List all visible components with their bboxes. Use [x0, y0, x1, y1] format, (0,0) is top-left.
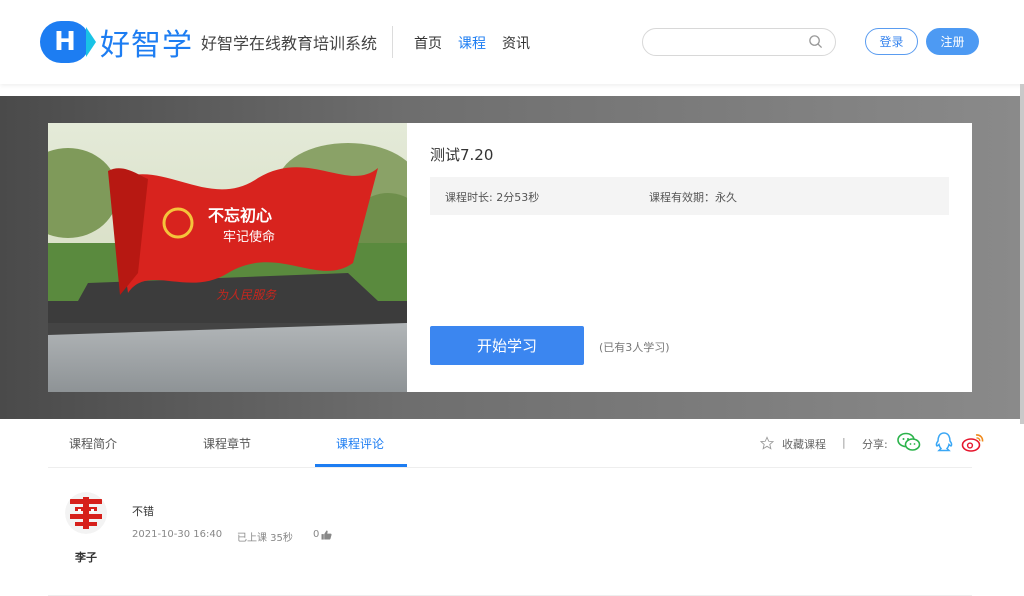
qq-icon[interactable]: [932, 431, 956, 453]
comment-like-button[interactable]: 0: [313, 529, 332, 540]
header-divider: [392, 26, 393, 58]
comment-like-count: 0: [313, 529, 320, 540]
search-box: [642, 28, 836, 56]
comment-text: 不错: [132, 505, 154, 518]
cover-text-main: 不忘初心: [208, 206, 272, 225]
action-separator: |: [842, 436, 846, 449]
course-meta: 课程时长: 2分53秒 课程有效期：永久: [430, 177, 949, 215]
site-header: H 好智学 好智学在线教育培训系统 首页 课程 资讯 登录 注册: [0, 0, 1024, 84]
course-cover-image: 不忘初心 牢记使命 为人民服务: [48, 123, 407, 392]
nav-courses[interactable]: 课程: [458, 33, 486, 53]
favorite-course-link[interactable]: 收藏课程: [782, 436, 826, 452]
register-button[interactable]: 注册: [926, 28, 979, 55]
logo-badge-icon: H: [40, 21, 96, 63]
user-avatar[interactable]: [65, 492, 107, 534]
course-cover-illustration: 不忘初心 牢记使命 为人民服务: [48, 123, 407, 392]
search-icon[interactable]: [808, 34, 823, 49]
nav-news[interactable]: 资讯: [502, 33, 530, 53]
comment-username: 李子: [75, 551, 97, 564]
main-nav: 首页 课程 资讯: [414, 33, 530, 53]
cover-text-base: 为人民服务: [216, 288, 277, 302]
comment-date: 2021-10-30 16:40: [132, 529, 223, 540]
page-scrollbar[interactable]: [1020, 84, 1024, 424]
course-info: 测试7.20 课程时长: 2分53秒 课程有效期：永久 开始学习 (已有3人学习…: [430, 123, 970, 392]
weibo-icon[interactable]: [961, 431, 985, 453]
logo-subtitle: 好智学在线教育培训系统: [201, 34, 378, 53]
course-tabs: 课程简介 课程章节 课程评论: [48, 419, 972, 468]
avatar-pattern-icon: [65, 492, 107, 534]
course-title: 测试7.20: [430, 146, 494, 164]
thumbs-up-icon: [321, 529, 332, 540]
site-logo[interactable]: H 好智学 好智学在线教育培训系统: [40, 20, 377, 64]
share-label: 分享:: [862, 438, 888, 451]
logo-name: 好智学: [100, 28, 193, 63]
course-validity: 课程有效期：永久: [649, 191, 737, 204]
learner-count: (已有3人学习): [599, 341, 670, 354]
tab-intro[interactable]: 课程简介: [69, 435, 117, 452]
cover-text-sub: 牢记使命: [223, 229, 275, 245]
tab-reviews[interactable]: 课程评论: [336, 435, 384, 452]
start-learning-button[interactable]: 开始学习: [430, 326, 584, 365]
nav-home[interactable]: 首页: [414, 33, 442, 53]
star-icon[interactable]: [760, 436, 774, 450]
login-button[interactable]: 登录: [865, 28, 918, 55]
logo-letter: H: [54, 27, 76, 57]
course-duration: 课程时长: 2分53秒: [445, 191, 540, 204]
comment-progress: 已上课 35秒: [237, 533, 293, 544]
active-tab-indicator: [315, 464, 407, 467]
tab-chapters[interactable]: 课程章节: [203, 435, 251, 452]
search-input[interactable]: [655, 29, 805, 55]
wechat-icon[interactable]: [897, 431, 921, 453]
